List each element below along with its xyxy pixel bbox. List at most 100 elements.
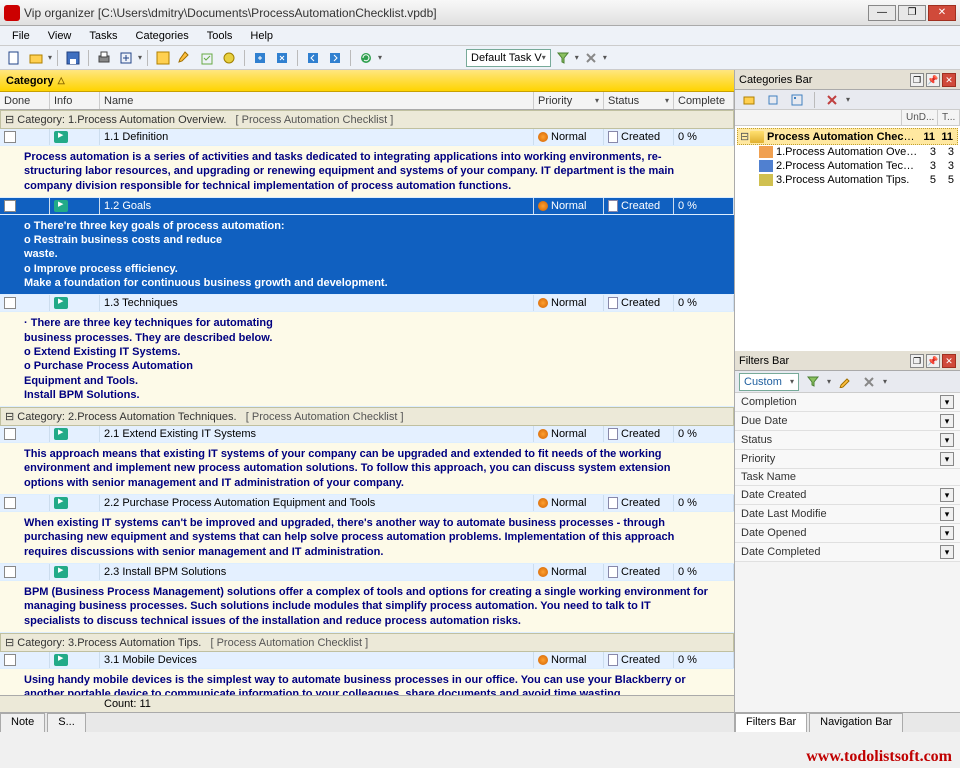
filter-dropdown-icon[interactable]: ▾ [940,414,954,428]
bottom-tab[interactable]: Note [0,713,45,732]
panel-restore-icon[interactable]: ❐ [910,73,924,87]
new-file-icon[interactable] [4,48,24,68]
tree-row[interactable]: 1.Process Automation Overvie33 [737,145,958,159]
open-icon[interactable] [26,48,46,68]
right-tab[interactable]: Filters Bar [735,713,807,732]
export-icon[interactable] [116,48,136,68]
tree-col-und[interactable]: UnD... [902,110,938,125]
filter-row[interactable]: Completion▾ [735,393,960,412]
filter-row[interactable]: Date Created▾ [735,486,960,505]
nav3-icon[interactable] [303,48,323,68]
close-button[interactable]: ✕ [928,5,956,21]
filter-row[interactable]: Task Name [735,469,960,486]
filters-pin-icon[interactable]: 📌 [926,354,940,368]
col-priority[interactable]: Priority▾ [534,92,604,109]
task-row[interactable]: 1.1 DefinitionNormalCreated0 % [0,129,734,146]
panel-pin-icon[interactable]: 📌 [926,73,940,87]
task-row[interactable]: 1.3 TechniquesNormalCreated0 % [0,295,734,312]
col-info[interactable]: Info [50,92,100,109]
panel-close-icon[interactable]: ✕ [942,73,956,87]
filter-dropdown-icon[interactable]: ▾ [940,488,954,502]
menu-tools[interactable]: Tools [199,28,241,44]
filters-close-icon[interactable]: ✕ [942,354,956,368]
category-group-header[interactable]: ⊟ Category: 1.Process Automation Overvie… [0,110,734,129]
tree-col-name[interactable] [735,110,902,125]
task-row[interactable]: 3.1 Mobile DevicesNormalCreated0 % [0,652,734,669]
nav4-icon[interactable] [325,48,345,68]
cat-new-icon[interactable] [739,90,759,110]
col-name[interactable]: Name [100,92,534,109]
filter-edit-icon[interactable] [835,372,855,392]
done-checkbox[interactable] [4,131,16,143]
task-row[interactable]: 2.2 Purchase Process Automation Equipmen… [0,495,734,512]
action4-icon[interactable] [219,48,239,68]
category-group-header[interactable]: ⊟ Category: 3.Process Automation Tips. [… [0,633,734,652]
done-checkbox[interactable] [4,428,16,440]
filter-dropdown-icon[interactable]: ▾ [940,395,954,409]
filter-row[interactable]: Due Date▾ [735,412,960,431]
info-icon [54,200,68,212]
action1-icon[interactable] [153,48,173,68]
menu-tasks[interactable]: Tasks [81,28,125,44]
filter-scope-combo[interactable]: Custom▾ [739,373,799,391]
menu-help[interactable]: Help [242,28,281,44]
cat-delete-icon[interactable] [822,90,842,110]
filters-restore-icon[interactable]: ❐ [910,354,924,368]
col-done[interactable]: Done [0,92,50,109]
filter-clear-icon[interactable] [581,48,601,68]
grid-body[interactable]: ⊟ Category: 1.Process Automation Overvie… [0,110,734,695]
done-checkbox[interactable] [4,200,16,212]
tree-row[interactable]: ⊟Process Automation Checklist1111 [737,128,958,145]
done-checkbox[interactable] [4,566,16,578]
bottom-tab[interactable]: S... [47,713,86,732]
nav1-icon[interactable] [250,48,270,68]
menu-file[interactable]: File [4,28,38,44]
filter-apply-icon[interactable] [553,48,573,68]
priority-normal-icon [538,429,548,439]
col-status[interactable]: Status▾ [604,92,674,109]
filter-dropdown-icon[interactable]: ▾ [940,545,954,559]
filter-row[interactable]: Priority▾ [735,450,960,469]
filter-dropdown-icon[interactable]: ▾ [940,526,954,540]
category-group-header[interactable]: ⊟ Category: 2.Process Automation Techniq… [0,407,734,426]
task-row[interactable]: 2.1 Extend Existing IT SystemsNormalCrea… [0,426,734,443]
filter-row[interactable]: Date Opened▾ [735,524,960,543]
filter-row[interactable]: Status▾ [735,431,960,450]
expand-icon[interactable]: ⊟ [740,130,750,143]
tree-row[interactable]: 2.Process Automation Techniq33 [737,159,958,173]
info-icon [54,654,68,666]
nav2-icon[interactable] [272,48,292,68]
category-tree[interactable]: ⊟Process Automation Checklist11111.Proce… [735,126,960,351]
refresh-icon[interactable] [356,48,376,68]
status-created-icon [608,131,618,143]
filter-delete-icon[interactable] [859,372,879,392]
done-checkbox[interactable] [4,497,16,509]
action3-icon[interactable] [197,48,217,68]
task-complete: 0 % [674,295,734,311]
task-view-combo[interactable]: Default Task V▾ [466,49,551,67]
done-checkbox[interactable] [4,297,16,309]
filter-dropdown-icon[interactable]: ▾ [940,433,954,447]
tree-col-t[interactable]: T... [938,110,960,125]
filter-dropdown-icon[interactable]: ▾ [940,507,954,521]
filter-row[interactable]: Date Completed▾ [735,543,960,562]
cat-edit-icon[interactable] [763,90,783,110]
tree-row[interactable]: 3.Process Automation Tips.55 [737,173,958,187]
print-icon[interactable] [94,48,114,68]
task-row[interactable]: 1.2 GoalsNormalCreated0 % [0,198,734,215]
filter-apply-icon2[interactable] [803,372,823,392]
filter-dropdown-icon[interactable]: ▾ [940,452,954,466]
right-tab[interactable]: Navigation Bar [809,713,903,732]
action2-icon[interactable] [175,48,195,68]
cat-props-icon[interactable] [787,90,807,110]
menu-categories[interactable]: Categories [128,28,197,44]
group-by-header[interactable]: Category △ [0,70,734,92]
maximize-button[interactable]: ❐ [898,5,926,21]
col-complete[interactable]: Complete [674,92,734,109]
save-icon[interactable] [63,48,83,68]
minimize-button[interactable]: — [868,5,896,21]
task-row[interactable]: 2.3 Install BPM SolutionsNormalCreated0 … [0,564,734,581]
done-checkbox[interactable] [4,654,16,666]
menu-view[interactable]: View [40,28,80,44]
filter-row[interactable]: Date Last Modifie▾ [735,505,960,524]
